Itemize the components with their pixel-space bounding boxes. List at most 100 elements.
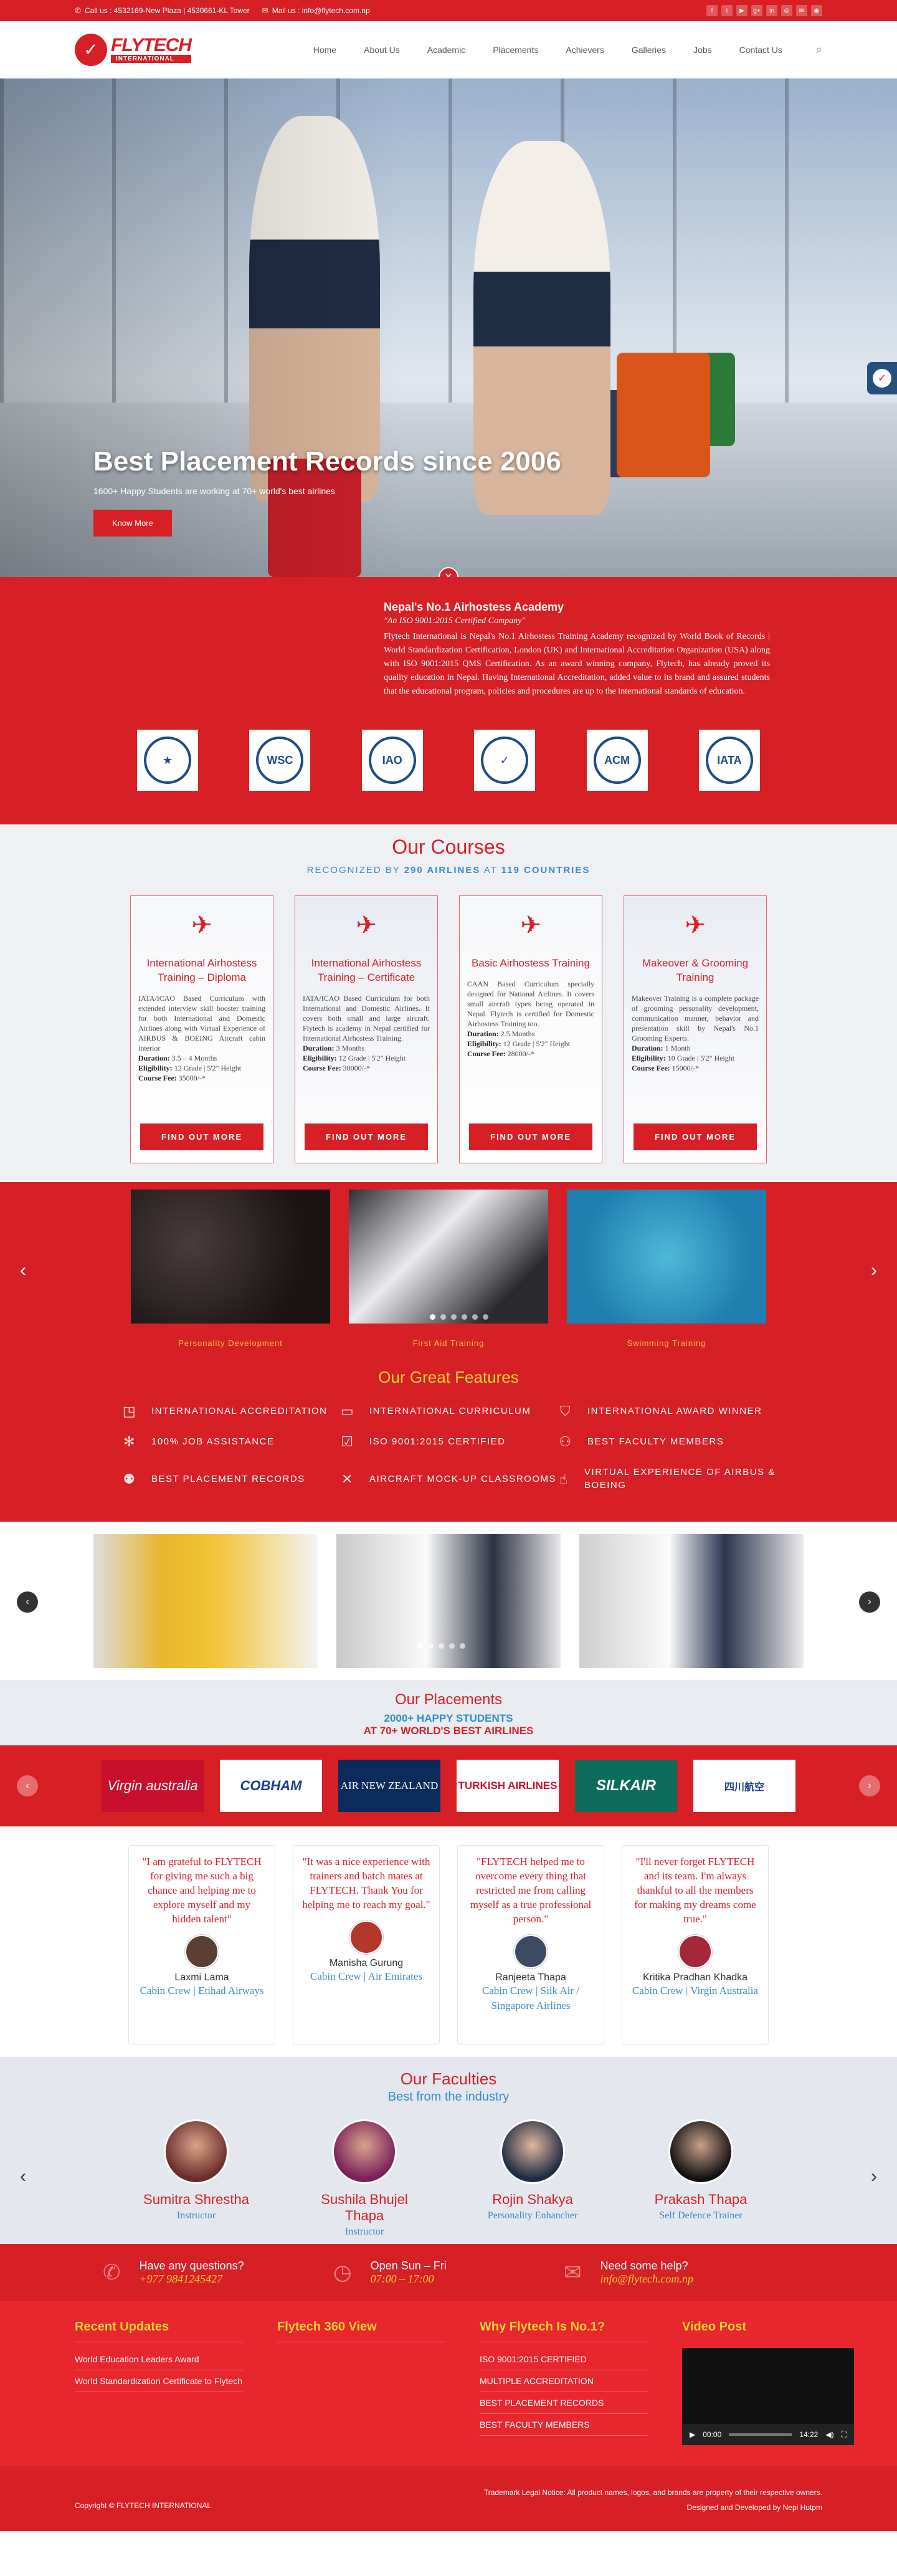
- find-out-more-button[interactable]: FIND OUT MORE: [634, 1123, 757, 1150]
- mail-info[interactable]: ✉ Mail us : info@flytech.com.np: [262, 6, 370, 15]
- chevron-left-icon[interactable]: ‹: [17, 1775, 38, 1796]
- instagram-icon[interactable]: ◎: [781, 5, 792, 16]
- call-info[interactable]: ✆ Call us : 4532169-New Plaza | 4530661-K…: [75, 6, 250, 15]
- faculty-card[interactable]: Sumitra Shrestha Instructor: [137, 2119, 255, 2238]
- course-desc: Makeover Training is a complete package …: [632, 994, 759, 1042]
- chevron-right-icon[interactable]: ›: [871, 2166, 877, 2187]
- airline-logo-cobham[interactable]: COBHAM: [220, 1760, 322, 1812]
- course-title[interactable]: Basic Airhostess Training: [467, 956, 594, 970]
- footer-link[interactable]: MULTIPLE ACCREDITATION: [480, 2370, 648, 2392]
- chevron-left-icon[interactable]: ‹: [20, 1260, 26, 1281]
- logo-sub: INTERNATIONAL: [111, 55, 192, 63]
- testimonial-role: Cabin Crew | Silk Air / Singapore Airlin…: [482, 1985, 579, 2011]
- cert-iata-logo: IATA: [705, 737, 753, 784]
- airline-logo-sichuan[interactable]: 四川航空: [693, 1760, 795, 1812]
- nav-achievers[interactable]: Achievers: [566, 45, 604, 55]
- airline-logo-air-new-zealand[interactable]: AIR NEW ZEALAND: [338, 1760, 440, 1812]
- volume-icon[interactable]: ◀): [825, 2430, 833, 2439]
- slider-dot[interactable]: [439, 1643, 444, 1649]
- chevron-right-icon[interactable]: ›: [859, 1591, 880, 1613]
- top-contact: ✆ Call us : 4532169-New Plaza | 4530661-K…: [75, 6, 370, 15]
- slider-dot[interactable]: [462, 1314, 467, 1320]
- find-out-more-button[interactable]: FIND OUT MORE: [469, 1123, 592, 1150]
- slider-dot[interactable]: [430, 1314, 435, 1320]
- info-help: ✉ Need some help? info@flytech.com.np: [564, 2259, 794, 2286]
- facebook-icon[interactable]: f: [706, 5, 718, 16]
- course-title[interactable]: International Airhostess Training – Dipl…: [138, 956, 265, 985]
- kv-key: Eligibility:: [138, 1064, 173, 1072]
- kv-value: 10 Grade | 5'2" Height: [665, 1054, 735, 1062]
- linkedin-icon[interactable]: in: [766, 5, 777, 16]
- hero-caption: Best Placement Records since 2006 1600+ …: [93, 446, 561, 537]
- feature-label: AIRCRAFT MOCK-UP CLASSROOMS: [369, 1473, 556, 1484]
- find-out-more-button[interactable]: FIND OUT MORE: [305, 1123, 428, 1150]
- chevron-left-icon[interactable]: ‹: [17, 1591, 38, 1613]
- youtube-icon[interactable]: ▶: [736, 5, 748, 16]
- gallery-image[interactable]: [579, 1534, 804, 1668]
- airline-logo-turkish[interactable]: TURKISH AIRLINES: [457, 1760, 559, 1812]
- testimonial-quote: "I'll never forget FLYTECH and its team.…: [634, 1856, 756, 1925]
- footer-link[interactable]: BEST FACULTY MEMBERS: [480, 2414, 648, 2436]
- course-title[interactable]: Makeover & Grooming Training: [632, 956, 759, 985]
- footer-link[interactable]: World Standardization Certificate to Fly…: [75, 2370, 243, 2392]
- course-title[interactable]: International Airhostess Training – Cert…: [303, 956, 430, 985]
- chevron-right-icon[interactable]: ›: [859, 1775, 880, 1796]
- course-eligibility: Eligibility: 12 Grade | 5'2" Height: [138, 1063, 265, 1073]
- footer-link[interactable]: World Education Leaders Award: [75, 2349, 243, 2370]
- training-slides: Personality Development First Aid Traini…: [0, 1182, 897, 1348]
- nav-placements[interactable]: Placements: [493, 45, 538, 55]
- slider-dot[interactable]: [449, 1643, 455, 1649]
- training-slide[interactable]: Personality Development: [131, 1190, 330, 1348]
- tag-airlines: 290 AIRLINES: [404, 865, 481, 875]
- airline-logo-silkair[interactable]: SILKAIR: [575, 1760, 677, 1812]
- nav-galleries[interactable]: Galleries: [632, 45, 666, 55]
- faculty-card[interactable]: Sushila Bhujel Thapa Instructor: [305, 2119, 424, 2238]
- google-plus-icon[interactable]: g+: [751, 5, 762, 16]
- gallery-image[interactable]: [93, 1534, 318, 1668]
- chevron-right-icon[interactable]: ›: [871, 1260, 877, 1281]
- find-out-more-button[interactable]: FIND OUT MORE: [140, 1123, 263, 1150]
- slider-dot[interactable]: [417, 1643, 423, 1649]
- site-logo[interactable]: ✓ FLYTECH INTERNATIONAL: [75, 33, 192, 66]
- chevron-left-icon[interactable]: ‹: [20, 2166, 26, 2187]
- video-player[interactable]: ▶ 00:00 14:22 ◀) ⛶: [682, 2348, 854, 2445]
- slider-dot[interactable]: [483, 1314, 488, 1320]
- nav-about[interactable]: About Us: [364, 45, 400, 55]
- gallery-image[interactable]: [336, 1534, 561, 1668]
- search-icon[interactable]: ⌕: [816, 43, 822, 56]
- slider-dot[interactable]: [460, 1643, 465, 1649]
- course-fee: Course Fee: 35000/-*: [138, 1073, 265, 1083]
- play-icon[interactable]: ▶: [690, 2430, 695, 2439]
- header: ✓ FLYTECH INTERNATIONAL Home About Us Ac…: [0, 21, 897, 79]
- footer-360-view: Flytech 360 View: [277, 2320, 445, 2466]
- nav-home[interactable]: Home: [313, 45, 336, 55]
- nav-jobs[interactable]: Jobs: [693, 45, 712, 55]
- course-fee: Course Fee: 28000/-*: [467, 1049, 594, 1059]
- slider-dot[interactable]: [440, 1314, 446, 1320]
- fullscreen-icon[interactable]: ⛶: [842, 2430, 847, 2440]
- faculty-card[interactable]: Prakash Thapa Self Defence Trainer: [642, 2119, 760, 2238]
- video-progress-bar[interactable]: [729, 2433, 792, 2436]
- twitter-icon[interactable]: t: [721, 5, 733, 16]
- floating-badge[interactable]: ✓: [867, 362, 897, 394]
- airline-logo-virgin[interactable]: Virgin australia: [102, 1760, 204, 1812]
- nav-contact[interactable]: Contact Us: [739, 45, 782, 55]
- faculty-card[interactable]: Rojin Shakya Personality Enhancher: [473, 2119, 592, 2238]
- info-phone[interactable]: +977 9841245427: [140, 2273, 244, 2286]
- hero-slider: Best Placement Records since 2006 1600+ …: [0, 79, 897, 577]
- rss-icon[interactable]: ◉: [811, 5, 822, 16]
- nav-academic[interactable]: Academic: [427, 45, 465, 55]
- training-slide[interactable]: First Aid Training: [349, 1190, 548, 1348]
- training-slide[interactable]: Swimming Training: [567, 1190, 766, 1348]
- know-more-button[interactable]: Know More: [93, 510, 172, 537]
- footer-link[interactable]: ISO 9001:2015 CERTIFIED: [480, 2349, 648, 2370]
- slider-dot[interactable]: [472, 1314, 478, 1320]
- slider-dot[interactable]: [428, 1643, 434, 1649]
- footer-link[interactable]: BEST PLACEMENT RECORDS: [480, 2392, 648, 2414]
- kv-key: Eligibility:: [303, 1054, 337, 1062]
- slider-dot[interactable]: [451, 1314, 457, 1320]
- placements-title: Our Placements: [394, 1691, 503, 1708]
- info-email[interactable]: info@flytech.com.np: [600, 2273, 694, 2286]
- email-icon[interactable]: ✉: [796, 5, 807, 16]
- mail-icon: ✉: [564, 2261, 582, 2284]
